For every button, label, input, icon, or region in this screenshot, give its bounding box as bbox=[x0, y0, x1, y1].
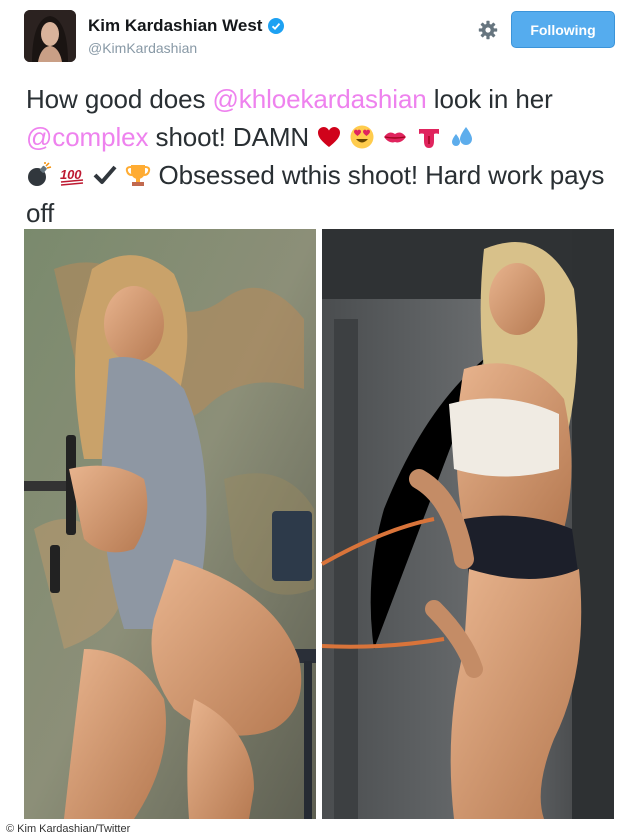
tongue-icon bbox=[418, 129, 439, 148]
tweet-text-part: look in her bbox=[426, 84, 553, 114]
photo-caption: © Kim Kardashian/Twitter bbox=[6, 823, 131, 835]
handle[interactable]: @KimKardashian bbox=[88, 40, 197, 56]
gear-icon[interactable] bbox=[478, 20, 498, 40]
following-button[interactable]: Following bbox=[511, 11, 615, 48]
mention-link[interactable]: @khloekardashian bbox=[213, 84, 427, 114]
verified-badge-icon bbox=[268, 18, 285, 34]
heart-icon bbox=[318, 127, 341, 147]
bomb-icon bbox=[28, 162, 52, 186]
tweet-text-part: How good does bbox=[26, 84, 213, 114]
display-name[interactable]: Kim Kardashian West bbox=[88, 16, 262, 36]
tweet-text-part: shoot! DAMN bbox=[148, 122, 317, 152]
display-name-row[interactable]: Kim Kardashian West bbox=[88, 16, 285, 36]
check-mark-icon bbox=[93, 165, 117, 184]
tweet-text: How good does @khloekardashian look in h… bbox=[26, 80, 611, 232]
tweet-photo[interactable] bbox=[24, 229, 614, 819]
heart-eyes-icon bbox=[350, 125, 374, 149]
avatar[interactable] bbox=[24, 10, 76, 62]
hundred-points-icon: 100 bbox=[60, 167, 84, 186]
mention-link[interactable]: @complex bbox=[26, 122, 149, 152]
kiss-lips-icon bbox=[384, 132, 407, 143]
trophy-icon bbox=[126, 165, 151, 186]
sweat-droplets-icon bbox=[451, 127, 472, 146]
